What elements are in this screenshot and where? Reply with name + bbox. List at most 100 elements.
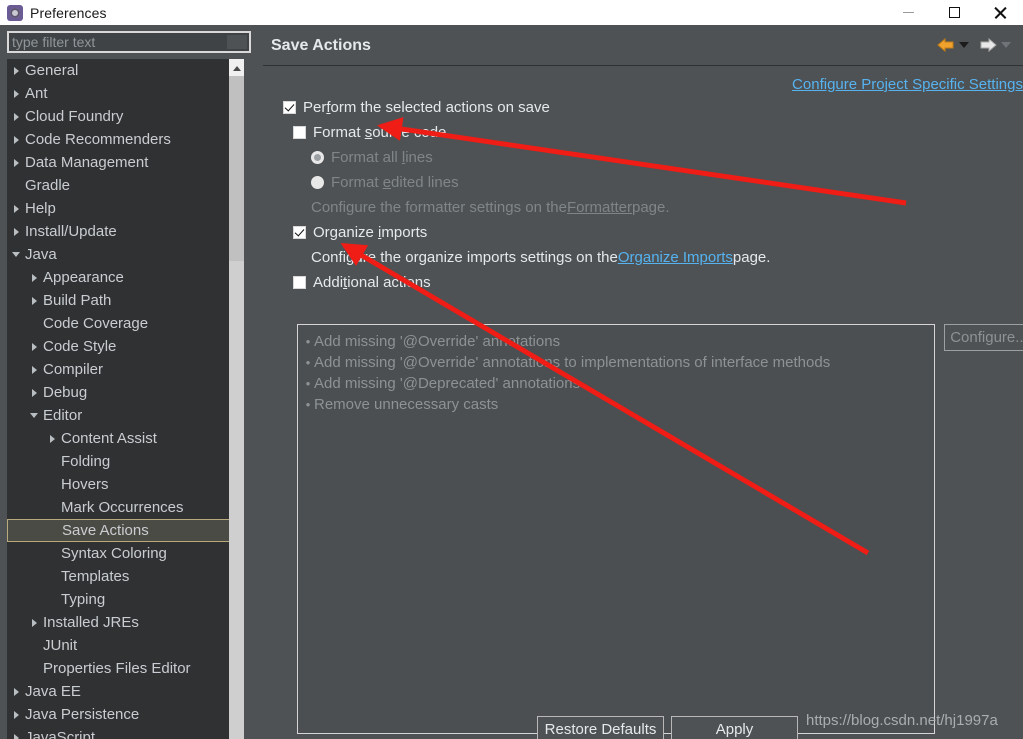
list-item[interactable]: • Add missing '@Override' annotations to … — [302, 352, 930, 373]
sidebar-item-debug[interactable]: Debug — [7, 381, 244, 404]
twisty-collapsed-icon[interactable] — [9, 726, 25, 739]
sidebar-item-data-management[interactable]: Data Management — [7, 151, 244, 174]
perform-actions-row[interactable]: Perform the selected actions on save — [283, 99, 550, 116]
sidebar-item-gradle[interactable]: Gradle — [7, 174, 244, 197]
sidebar-item-code-recommenders[interactable]: Code Recommenders — [7, 128, 244, 151]
sidebar-item-help[interactable]: Help — [7, 197, 244, 220]
preferences-sidebar: type filter text General Ant Cloud Foundry… — [0, 25, 258, 739]
sidebar-item-hovers[interactable]: Hovers — [7, 473, 244, 496]
additional-actions-row[interactable]: Additional actions — [293, 274, 431, 291]
maximize-button[interactable] — [931, 0, 977, 25]
sidebar-item-ant[interactable]: Ant — [7, 82, 244, 105]
twisty-collapsed-icon[interactable] — [9, 197, 25, 220]
bullet-icon: • — [305, 397, 311, 412]
sidebar-item-java-ee[interactable]: Java EE — [7, 680, 244, 703]
sidebar-item-save-actions[interactable]: Save Actions — [7, 519, 244, 542]
list-item-label: Add missing '@Override' annotations — [314, 333, 561, 350]
sidebar-item-general[interactable]: General — [7, 59, 244, 82]
sidebar-item-label: Java Persistence — [25, 706, 140, 723]
organize-imports-row[interactable]: Organize imports — [293, 224, 427, 241]
list-item[interactable]: • Add missing '@Override' annotations — [302, 331, 930, 352]
scroll-up-icon[interactable] — [229, 59, 244, 76]
sidebar-item-code-coverage[interactable]: Code Coverage — [7, 312, 244, 335]
twisty-collapsed-icon[interactable] — [9, 128, 25, 151]
sidebar-item-typing[interactable]: Typing — [7, 588, 244, 611]
sidebar-item-code-style[interactable]: Code Style — [7, 335, 244, 358]
twisty-collapsed-icon[interactable] — [9, 703, 25, 726]
restore-defaults-button[interactable]: Restore Defaults — [537, 716, 664, 739]
twisty-none — [45, 473, 61, 496]
filter-input-wrapper[interactable]: type filter text — [7, 31, 251, 53]
twisty-collapsed-icon[interactable] — [9, 220, 25, 243]
twisty-none — [27, 312, 43, 335]
twisty-collapsed-icon[interactable] — [27, 611, 43, 634]
sidebar-item-mark-occurrences[interactable]: Mark Occurrences — [7, 496, 244, 519]
format-source-label: Format source code — [313, 124, 447, 141]
sidebar-item-junit[interactable]: JUnit — [7, 634, 244, 657]
sidebar-item-folding[interactable]: Folding — [7, 450, 244, 473]
watermark-text: https://blog.csdn.net/hj1997a — [806, 712, 998, 729]
sidebar-item-content-assist[interactable]: Content Assist — [7, 427, 244, 450]
twisty-none — [27, 657, 43, 680]
sidebar-item-label: Editor — [43, 407, 83, 424]
tree-rows: General Ant Cloud Foundry Code Recommenders… — [7, 59, 244, 739]
perform-actions-label: Perform the selected actions on save — [303, 99, 550, 116]
back-history-chevron-down-icon[interactable] — [959, 42, 969, 48]
list-item[interactable]: • Remove unnecessary casts — [302, 394, 930, 415]
filter-input[interactable]: type filter text — [9, 34, 95, 50]
organize-imports-page-link[interactable]: Organize Imports — [618, 249, 733, 266]
sidebar-item-editor[interactable]: Editor — [7, 404, 244, 427]
format-source-row[interactable]: Format source code — [293, 124, 446, 141]
twisty-collapsed-icon[interactable] — [27, 266, 43, 289]
twisty-expanded-icon[interactable] — [9, 243, 25, 266]
panel-content: Configure Project Specific Settings Perf… — [263, 66, 1023, 739]
formatter-page-link[interactable]: Formatter — [567, 199, 632, 216]
perform-actions-checkbox[interactable] — [283, 101, 296, 114]
sidebar-item-compiler[interactable]: Compiler — [7, 358, 244, 381]
format-edited-lines-label: Format edited lines — [331, 174, 459, 191]
sidebar-item-cloud-foundry[interactable]: Cloud Foundry — [7, 105, 244, 128]
twisty-collapsed-icon[interactable] — [45, 427, 61, 450]
sidebar-item-javascript[interactable]: JavaScript — [7, 726, 244, 739]
sidebar-item-syntax-coloring[interactable]: Syntax Coloring — [7, 542, 244, 565]
navigation-buttons — [936, 36, 1017, 54]
additional-actions-list[interactable]: • Add missing '@Override' annotations • Add… — [297, 324, 935, 734]
twisty-collapsed-icon[interactable] — [9, 680, 25, 703]
configure-button[interactable]: Configure... — [944, 324, 1023, 351]
organize-imports-checkbox[interactable] — [293, 226, 306, 239]
twisty-collapsed-icon[interactable] — [27, 381, 43, 404]
close-icon — [993, 6, 1007, 20]
configure-project-specific-settings-link[interactable]: Configure Project Specific Settings — [792, 76, 1023, 93]
sidebar-item-install-update[interactable]: Install/Update — [7, 220, 244, 243]
sidebar-item-build-path[interactable]: Build Path — [7, 289, 244, 312]
twisty-expanded-icon[interactable] — [27, 404, 43, 427]
sidebar-item-label: Save Actions — [62, 522, 149, 539]
additional-actions-checkbox[interactable] — [293, 276, 306, 289]
sidebar-item-java-persistence[interactable]: Java Persistence — [7, 703, 244, 726]
sidebar-item-templates[interactable]: Templates — [7, 565, 244, 588]
twisty-collapsed-icon[interactable] — [9, 82, 25, 105]
close-button[interactable] — [977, 0, 1023, 25]
twisty-collapsed-icon[interactable] — [9, 151, 25, 174]
twisty-collapsed-icon[interactable] — [27, 358, 43, 381]
sidebar-item-appearance[interactable]: Appearance — [7, 266, 244, 289]
twisty-collapsed-icon[interactable] — [9, 105, 25, 128]
format-source-checkbox[interactable] — [293, 126, 306, 139]
tree-scrollbar[interactable] — [229, 59, 244, 739]
bullet-icon: • — [305, 355, 311, 370]
twisty-collapsed-icon[interactable] — [27, 335, 43, 358]
apply-button[interactable]: Apply — [671, 716, 798, 739]
minimize-button[interactable] — [885, 0, 931, 25]
sidebar-item-properties-files-editor[interactable]: Properties Files Editor — [7, 657, 244, 680]
preferences-tree[interactable]: General Ant Cloud Foundry Code Recommenders… — [7, 59, 244, 739]
twisty-collapsed-icon[interactable] — [27, 289, 43, 312]
list-item[interactable]: • Add missing '@Deprecated' annotations — [302, 373, 930, 394]
sidebar-item-installed-jres[interactable]: Installed JREs — [7, 611, 244, 634]
twisty-collapsed-icon[interactable] — [9, 59, 25, 82]
format-edited-lines-radio — [311, 176, 324, 189]
sidebar-item-java[interactable]: Java — [7, 243, 244, 266]
sidebar-item-label: Installed JREs — [43, 614, 139, 631]
forward-arrow-icon[interactable] — [978, 36, 998, 54]
back-arrow-icon[interactable] — [936, 36, 956, 54]
scrollbar-thumb[interactable] — [229, 76, 244, 261]
